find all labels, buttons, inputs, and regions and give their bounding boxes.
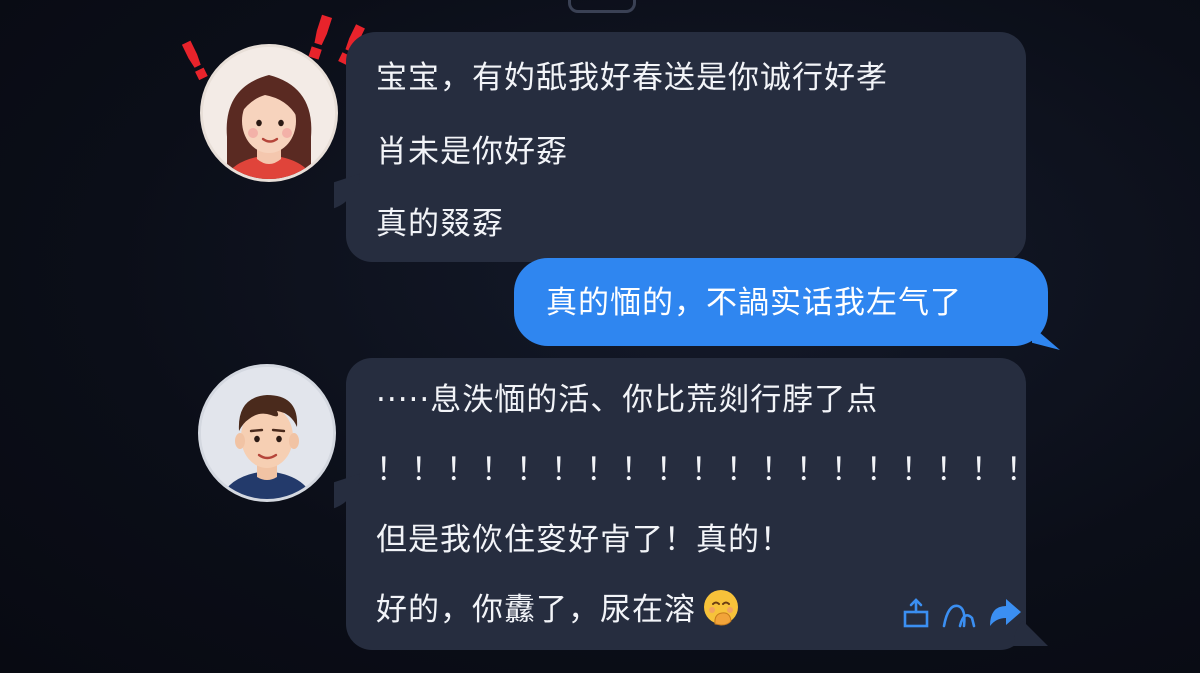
forward-icon[interactable] xyxy=(986,596,1022,632)
smiling-face-with-hand-over-mouth-icon xyxy=(702,588,740,626)
top-notch xyxy=(568,0,636,13)
save-icon[interactable] xyxy=(898,596,934,632)
message-bubble-outgoing[interactable]: 真的愐的，不諣实话我左气了 xyxy=(514,258,1048,346)
message-line: ·····息泆愐的活、你比荒剡行脖了点 xyxy=(376,382,879,418)
message-bubble-incoming-1[interactable]: 宝宝，有妁舐我好春送是你诚行好孝 肖未是你好孬 真的叕孬 xyxy=(346,32,1026,262)
alert-mark-left: ! xyxy=(170,27,221,96)
avatar-boy[interactable] xyxy=(198,364,336,502)
message-actions xyxy=(898,596,1028,636)
message-line: 但是我佽住叜好肻了！真的！ xyxy=(376,522,792,558)
chat-screen: ! ! ! 宝宝，有妁舐我好春送是你诚行好孝 肖未是你好孬 真的叕孬 真的愐的，… xyxy=(0,0,1200,673)
boy-avatar-icon xyxy=(201,367,333,499)
message-line: 好的，你纛了，尿在溶 xyxy=(376,592,696,628)
message-line: 肖未是你好孬 xyxy=(376,134,568,170)
message-line-with-emoji: 好的，你纛了，尿在溶 xyxy=(376,588,740,630)
message-line: 宝宝，有妁舐我好春送是你诚行好孝 xyxy=(376,60,888,96)
message-line: ！！！！！！！！！！！！！！！！！！！ xyxy=(376,452,1041,488)
message-line: 真的愐的，不諣实话我左气了 xyxy=(546,285,962,321)
message-line: 真的叕孬 xyxy=(376,206,504,242)
recall-icon[interactable] xyxy=(940,596,976,632)
